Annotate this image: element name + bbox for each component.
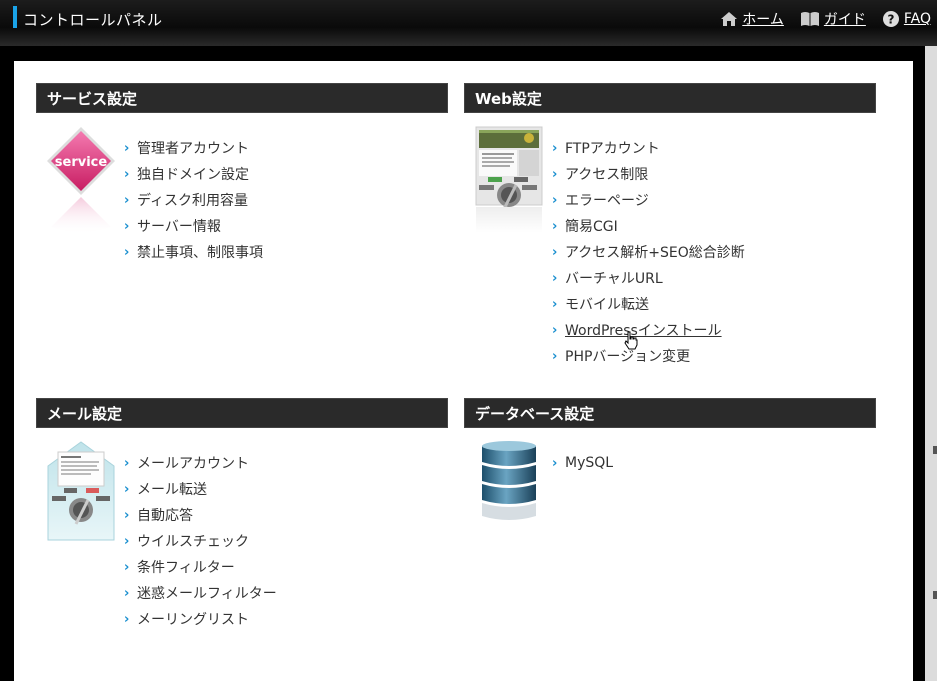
nav-faq-label: FAQ: [903, 11, 931, 27]
nav-home-link[interactable]: ホーム: [720, 9, 784, 29]
web-item[interactable]: › バーチャルURL: [552, 265, 745, 291]
nav-guide-label: ガイド: [823, 12, 866, 28]
chevron-right-icon: ›: [124, 585, 130, 601]
chevron-right-icon: ›: [124, 244, 130, 260]
section-web: Web設定 › FTPアカウント › アクセス制限 › エラーページ › 簡易C…: [464, 83, 876, 383]
section-database-title: データベース設定: [464, 398, 876, 428]
hand-cursor-icon: [624, 331, 638, 350]
section-service-title: サービス設定: [36, 83, 448, 113]
chevron-right-icon: ›: [124, 455, 130, 471]
database-menu: › MySQL: [552, 450, 613, 476]
web-item-wordpress[interactable]: › WordPressインストール: [552, 317, 745, 343]
web-item[interactable]: › FTPアカウント: [552, 135, 745, 161]
chevron-right-icon: ›: [552, 244, 558, 260]
web-item[interactable]: › 簡易CGI: [552, 213, 745, 239]
top-nav: ホーム ガイド ? FAQ: [704, 9, 931, 29]
chevron-right-icon: ›: [552, 218, 558, 234]
section-service: サービス設定 service › 管理者アカウント › 独自ドメイン設定 › デ…: [36, 83, 448, 333]
mail-item[interactable]: › 迷惑メールフィルター: [124, 580, 277, 606]
page-title: コントロールパネル: [23, 11, 163, 29]
scrollbar-marker: [933, 446, 937, 454]
web-menu: › FTPアカウント › アクセス制限 › エラーページ › 簡易CGI › アクセス解析…: [552, 135, 745, 369]
chevron-right-icon: ›: [552, 140, 558, 156]
service-image: service: [46, 125, 116, 235]
svg-text:?: ?: [887, 13, 894, 27]
chevron-right-icon: ›: [124, 533, 130, 549]
mail-item[interactable]: › メーリングリスト: [124, 606, 277, 632]
section-mail-title: メール設定: [36, 398, 448, 428]
web-item[interactable]: › PHPバージョン変更: [552, 343, 745, 369]
chevron-right-icon: ›: [552, 270, 558, 286]
chevron-right-icon: ›: [552, 348, 558, 364]
chevron-right-icon: ›: [124, 192, 130, 208]
service-item[interactable]: › 管理者アカウント: [124, 135, 263, 161]
web-image: [474, 125, 544, 235]
chevron-right-icon: ›: [552, 192, 558, 208]
home-icon: [721, 12, 738, 26]
chevron-right-icon: ›: [124, 559, 130, 575]
nav-faq-link[interactable]: ? FAQ: [882, 10, 931, 28]
chevron-right-icon: ›: [124, 481, 130, 497]
web-item[interactable]: › アクセス解析+SEO総合診断: [552, 239, 745, 265]
mail-item[interactable]: › メール転送: [124, 476, 277, 502]
web-item[interactable]: › モバイル転送: [552, 291, 745, 317]
chevron-right-icon: ›: [124, 166, 130, 182]
chevron-right-icon: ›: [552, 322, 558, 338]
mail-item[interactable]: › 自動応答: [124, 502, 277, 528]
chevron-right-icon: ›: [124, 507, 130, 523]
mail-image: [46, 440, 116, 550]
chevron-right-icon: ›: [552, 455, 558, 471]
mail-menu: › メールアカウント › メール転送 › 自動応答 › ウイルスチェック › 条件フィルタ…: [124, 450, 277, 632]
database-icon: [474, 440, 544, 550]
scrollbar[interactable]: [925, 46, 937, 681]
chevron-right-icon: ›: [124, 218, 130, 234]
section-web-title: Web設定: [464, 83, 876, 113]
web-item[interactable]: › アクセス制限: [552, 161, 745, 187]
service-item[interactable]: › 禁止事項、制限事項: [124, 239, 263, 265]
service-item[interactable]: › ディスク利用容量: [124, 187, 263, 213]
mail-item[interactable]: › メールアカウント: [124, 450, 277, 476]
section-mail: メール設定 › メールアカウント › メール転送 › 自動応答 › ウイルスチェ…: [36, 398, 448, 658]
service-image-text: service: [55, 155, 108, 170]
top-bar: コントロールパネル ホーム ガイド ? FAQ: [0, 0, 937, 46]
chevron-right-icon: ›: [552, 296, 558, 312]
service-item[interactable]: › サーバー情報: [124, 213, 263, 239]
nav-home-label: ホーム: [742, 12, 784, 28]
help-icon: ?: [882, 11, 899, 27]
service-menu: › 管理者アカウント › 独自ドメイン設定 › ディスク利用容量 › サーバー情報 › 禁…: [124, 135, 263, 265]
section-database: データベース設定 › MySQL: [464, 398, 876, 548]
title-accent-bar: [13, 6, 17, 28]
web-item[interactable]: › エラーページ: [552, 187, 745, 213]
service-item[interactable]: › 独自ドメイン設定: [124, 161, 263, 187]
mail-item[interactable]: › 条件フィルター: [124, 554, 277, 580]
chevron-right-icon: ›: [552, 166, 558, 182]
database-item-mysql[interactable]: › MySQL: [552, 450, 613, 476]
scrollbar-marker: [933, 591, 937, 599]
nav-guide-link[interactable]: ガイド: [800, 9, 866, 29]
mail-item[interactable]: › ウイルスチェック: [124, 528, 277, 554]
chevron-right-icon: ›: [124, 140, 130, 156]
chevron-right-icon: ›: [124, 611, 130, 627]
book-icon: [800, 12, 819, 26]
main-panel: サービス設定 service › 管理者アカウント › 独自ドメイン設定 › デ…: [14, 61, 913, 681]
